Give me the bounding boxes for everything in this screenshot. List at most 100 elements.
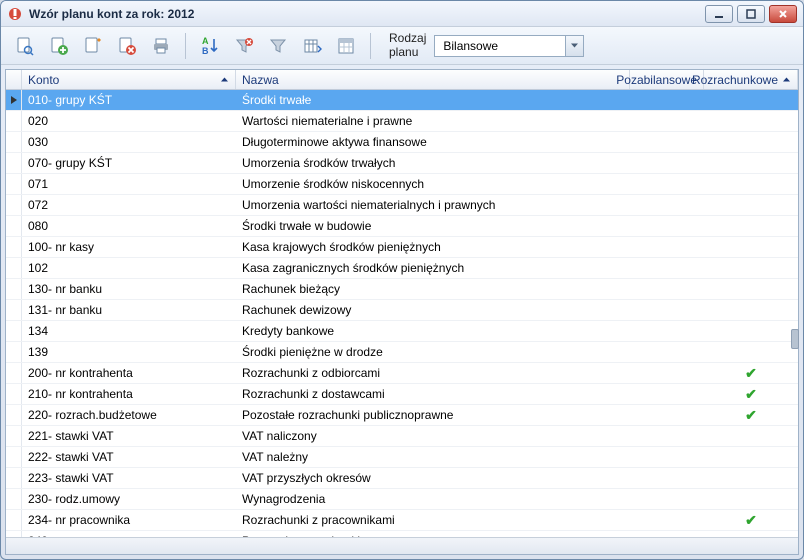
cell-rozrachunkowe: ✔ xyxy=(704,512,798,529)
row-indicator xyxy=(6,237,22,257)
row-indicator xyxy=(6,468,22,488)
tool-filter-clear[interactable] xyxy=(230,32,258,60)
cell-konto: 234- nr pracownika xyxy=(22,513,236,527)
tool-add[interactable] xyxy=(45,32,73,60)
cell-konto: 130- nr banku xyxy=(22,282,236,296)
table-row[interactable]: 100- nr kasyKasa krajowych środków pieni… xyxy=(6,237,798,258)
cell-konto: 221- stawki VAT xyxy=(22,429,236,443)
table-row[interactable]: 222- stawki VATVAT należny xyxy=(6,447,798,468)
cell-nazwa: Środki trwałe xyxy=(236,93,630,107)
cell-nazwa: Wartości niematerialne i prawne xyxy=(236,114,630,128)
table-row[interactable]: 130- nr bankuRachunek bieżący xyxy=(6,279,798,300)
row-indicator xyxy=(6,447,22,467)
chevron-down-icon[interactable] xyxy=(565,36,583,56)
cell-nazwa: Kredyty bankowe xyxy=(236,324,630,338)
cell-nazwa: Rachunek bieżący xyxy=(236,282,630,296)
row-indicator xyxy=(6,405,22,425)
table-row[interactable]: 030Długoterminowe aktywa finansowe xyxy=(6,132,798,153)
app-window: Wzór planu kont za rok: 2012 xyxy=(0,0,804,560)
cell-konto: 010- grupy KŚT xyxy=(22,93,236,107)
col-rozrachunkowe[interactable]: Rozrachunkowe xyxy=(704,70,798,89)
row-indicator xyxy=(6,90,22,110)
cell-nazwa: Środki pieniężne w drodze xyxy=(236,345,630,359)
col-rozrachunkowe-label: Rozrachunkowe xyxy=(692,73,778,87)
close-button[interactable] xyxy=(769,5,797,23)
table-row[interactable]: 080Środki trwałe w budowie xyxy=(6,216,798,237)
cell-konto: 131- nr banku xyxy=(22,303,236,317)
col-nazwa[interactable]: Nazwa xyxy=(236,70,630,89)
tool-delete[interactable] xyxy=(113,32,141,60)
cell-nazwa: Rozrachunki z pracownikami xyxy=(236,513,630,527)
tool-print[interactable] xyxy=(147,32,175,60)
cell-konto: 080 xyxy=(22,219,236,233)
cell-nazwa: Środki trwałe w budowie xyxy=(236,219,630,233)
table-row[interactable]: 221- stawki VATVAT naliczony xyxy=(6,426,798,447)
cell-rozrachunkowe: ✔ xyxy=(704,365,798,382)
minimize-button[interactable] xyxy=(705,5,733,23)
col-konto[interactable]: Konto xyxy=(22,70,236,89)
cell-nazwa: Rozrachunki z odbiorcami xyxy=(236,366,630,380)
table-row[interactable]: 220- rozrach.budżetowePozostałe rozrachu… xyxy=(6,405,798,426)
col-nazwa-label: Nazwa xyxy=(242,73,279,87)
cell-nazwa: VAT przyszłych okresów xyxy=(236,471,630,485)
cell-konto: 020 xyxy=(22,114,236,128)
cell-rozrachunkowe: ✔ xyxy=(704,386,798,403)
row-indicator xyxy=(6,321,22,341)
row-indicator xyxy=(6,195,22,215)
table-row[interactable]: 020Wartości niematerialne i prawne xyxy=(6,111,798,132)
tool-edit[interactable] xyxy=(79,32,107,60)
cell-konto: 071 xyxy=(22,177,236,191)
row-indicator xyxy=(6,384,22,404)
cell-nazwa: Pozostałe rozrachunki publicznoprawne xyxy=(236,408,630,422)
horizontal-scrollbar[interactable] xyxy=(6,537,798,554)
rodzaj-planu-label: Rodzaj planu xyxy=(381,32,428,60)
cell-konto: 220- rozrach.budżetowe xyxy=(22,408,236,422)
tool-preview[interactable] xyxy=(11,32,39,60)
cell-konto: 139 xyxy=(22,345,236,359)
tool-sort[interactable]: AB xyxy=(196,32,224,60)
table-row[interactable]: 102Kasa zagranicznych środków pieniężnyc… xyxy=(6,258,798,279)
rodzaj-planu-combo[interactable]: Bilansowe xyxy=(434,35,584,57)
table-row[interactable]: 234- nr pracownikaRozrachunki z pracowni… xyxy=(6,510,798,531)
tool-filter[interactable] xyxy=(264,32,292,60)
scrollbar-thumb[interactable] xyxy=(791,329,799,349)
cell-konto: 102 xyxy=(22,261,236,275)
table-row[interactable]: 230- rodz.umowyWynagrodzenia xyxy=(6,489,798,510)
cell-nazwa: Kasa zagranicznych środków pieniężnych xyxy=(236,261,630,275)
toolbar-separator xyxy=(370,33,371,59)
grid-body[interactable]: 010- grupy KŚTŚrodki trwałe020Wartości n… xyxy=(6,90,798,537)
maximize-button[interactable] xyxy=(737,5,765,23)
check-icon: ✔ xyxy=(745,365,757,382)
row-indicator xyxy=(6,153,22,173)
check-icon: ✔ xyxy=(745,386,757,403)
cell-nazwa: VAT należny xyxy=(236,450,630,464)
row-indicator xyxy=(6,279,22,299)
table-row[interactable]: 210- nr kontrahentaRozrachunki z dostawc… xyxy=(6,384,798,405)
row-indicator xyxy=(6,111,22,131)
tool-columns[interactable] xyxy=(298,32,326,60)
col-konto-label: Konto xyxy=(28,73,59,87)
tool-export[interactable] xyxy=(332,32,360,60)
cell-nazwa: Rachunek dewizowy xyxy=(236,303,630,317)
table-row[interactable]: 223- stawki VATVAT przyszłych okresów xyxy=(6,468,798,489)
table-row[interactable]: 200- nr kontrahentaRozrachunki z odbiorc… xyxy=(6,363,798,384)
sort-asc-icon xyxy=(220,73,229,87)
table-row[interactable]: 070- grupy KŚTUmorzenia środków trwałych xyxy=(6,153,798,174)
cell-nazwa: Umorzenia środków trwałych xyxy=(236,156,630,170)
table-row[interactable]: 139Środki pieniężne w drodze xyxy=(6,342,798,363)
cell-konto: 210- nr kontrahenta xyxy=(22,387,236,401)
cell-nazwa: Kasa krajowych środków pieniężnych xyxy=(236,240,630,254)
table-row[interactable]: 072Umorzenia wartości niematerialnych i … xyxy=(6,195,798,216)
cell-nazwa: Umorzenie środków niskocennych xyxy=(236,177,630,191)
table-row[interactable]: 131- nr bankuRachunek dewizowy xyxy=(6,300,798,321)
row-indicator xyxy=(6,132,22,152)
cell-konto: 030 xyxy=(22,135,236,149)
table-row[interactable]: 010- grupy KŚTŚrodki trwałe xyxy=(6,90,798,111)
cell-konto: 072 xyxy=(22,198,236,212)
col-indicator[interactable] xyxy=(6,70,22,89)
cell-nazwa: VAT naliczony xyxy=(236,429,630,443)
cell-nazwa: Umorzenia wartości niematerialnych i pra… xyxy=(236,198,630,212)
table-row[interactable]: 134Kredyty bankowe xyxy=(6,321,798,342)
table-row[interactable]: 071Umorzenie środków niskocennych xyxy=(6,174,798,195)
vertical-scrollbar[interactable] xyxy=(791,69,799,535)
